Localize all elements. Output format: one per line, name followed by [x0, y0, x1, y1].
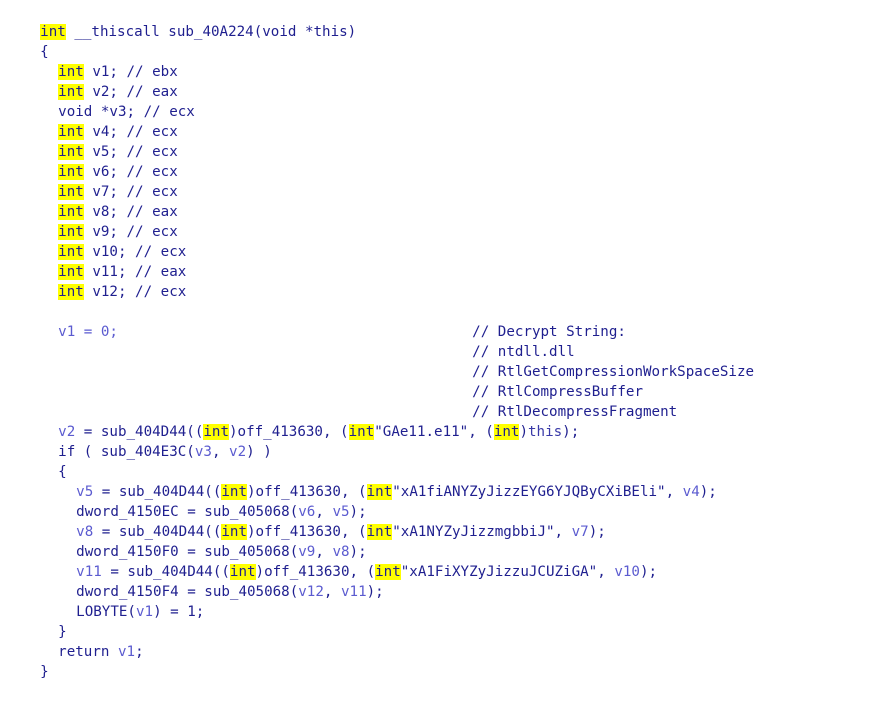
call-text[interactable]: ); [700, 484, 717, 500]
decl-line[interactable]: int v10; // ecx [24, 222, 186, 260]
dword-line[interactable]: dword_4150F0 = sub_405068(v9, v8); [42, 522, 366, 560]
decl-line[interactable]: int v9; // ecx [24, 202, 178, 240]
cast-type[interactable]: int [366, 524, 393, 540]
arg-var[interactable]: v2 [229, 444, 246, 460]
cast-type[interactable]: int [348, 424, 375, 440]
call-text[interactable]: , [555, 524, 572, 540]
if-text[interactable]: if ( sub_404E3C( [58, 444, 195, 460]
dword-line[interactable]: dword_4150F4 = sub_405068(v12, v11); [42, 562, 384, 600]
if-text[interactable]: ) ) [246, 444, 272, 460]
assign-v1-text[interactable]: v1 = 0; [58, 324, 118, 340]
comment-line: // ntdll.dll [438, 322, 575, 360]
if-text[interactable]: , [212, 444, 229, 460]
decl-line[interactable]: void *v3; // ecx [24, 82, 195, 120]
decl-line[interactable]: int v5; // ecx [24, 122, 178, 160]
comment-line: // RtlCompressBuffer [438, 362, 643, 400]
return-var[interactable]: v1 [118, 644, 135, 660]
decl-line[interactable]: int v7; // ecx [24, 162, 178, 200]
comment-line: // RtlGetCompressionWorkSpaceSize [438, 342, 754, 380]
assign-v1-line[interactable]: v1 = 0; [24, 302, 118, 340]
decl-line[interactable]: int v1; // ebx [24, 42, 178, 80]
call-text[interactable]: , ( [468, 424, 494, 440]
if-line[interactable]: if ( sub_404E3C(v3, v2) ) [24, 422, 272, 460]
function-signature-text[interactable]: __thiscall sub_40A224(void *this) [66, 24, 356, 40]
macro-text[interactable]: LOBYTE( [76, 604, 136, 620]
call-text[interactable]: ) [519, 424, 528, 440]
cast-type[interactable]: int [366, 484, 393, 500]
return-line[interactable]: return v1; [24, 622, 143, 660]
decl-line[interactable]: int v12; // ecx [24, 262, 186, 300]
call-line-v5[interactable]: v5 = sub_404D44((int)off_413630, (int"xA… [42, 462, 717, 500]
call-line-v11[interactable]: v11 = sub_404D44((int)off_413630, (int"x… [42, 542, 657, 580]
string-literal[interactable]: "xA1NYZyJizzmgbbiJ" [392, 524, 554, 540]
decl-comment: // ecx [126, 284, 187, 300]
decl-line[interactable]: int v8; // eax [24, 182, 178, 220]
function-signature[interactable]: int __thiscall sub_40A224(void *this) [6, 2, 356, 40]
decl-name[interactable]: v12; [84, 284, 126, 300]
decl-type[interactable]: int [58, 284, 84, 300]
string-literal[interactable]: "xA1fiANYZyJizzEYG6YJQByCXiBEli" [392, 484, 665, 500]
cast-type[interactable]: int [493, 424, 520, 440]
arg-var[interactable]: v10 [614, 564, 640, 580]
close-brace: } [40, 664, 49, 680]
call-text[interactable]: , [597, 564, 614, 580]
decl-line[interactable]: int v4; // ecx [24, 102, 178, 140]
decl-line[interactable]: int v6; // ecx [24, 142, 178, 180]
call-text[interactable]: ); [589, 524, 606, 540]
decl-line[interactable]: int v2; // eax [24, 62, 178, 100]
lobyte-line[interactable]: LOBYTE(v1) = 1; [42, 582, 204, 620]
arg-var[interactable]: v7 [572, 524, 589, 540]
pseudocode-view[interactable]: int __thiscall sub_40A224(void *this) { … [0, 0, 892, 680]
call-text[interactable]: ); [640, 564, 657, 580]
comment-line: // Decrypt String: [438, 302, 626, 340]
arg-var[interactable]: v4 [683, 484, 700, 500]
assign-v2-line[interactable]: v2 = sub_404D44((int)off_413630, (int"GA… [24, 402, 579, 440]
function-close-brace: } [6, 642, 49, 680]
string-literal[interactable]: "xA1FiXYZyJizzuJCUZiGA" [401, 564, 597, 580]
comment-line: // RtlDecompressFragment [438, 382, 677, 420]
arg-var[interactable]: v12 [298, 584, 324, 600]
call-text[interactable]: , [324, 584, 341, 600]
function-open-brace: { [6, 22, 49, 60]
call-text[interactable]: ); [367, 584, 384, 600]
this-keyword[interactable]: this [528, 424, 562, 440]
inner-open-brace: { [24, 442, 67, 480]
dword-line[interactable]: dword_4150EC = sub_405068(v6, v5); [42, 482, 366, 520]
arg-var[interactable]: v1 [136, 604, 153, 620]
inner-close-brace: } [24, 602, 67, 640]
arg-var[interactable]: v3 [195, 444, 212, 460]
string-literal[interactable]: "GAe11.e11" [374, 424, 468, 440]
arg-var[interactable]: v11 [341, 584, 367, 600]
macro-text[interactable]: ) = 1; [153, 604, 204, 620]
line-gutter [0, 0, 7, 662]
decl-line[interactable]: int v11; // eax [24, 242, 186, 280]
return-keyword[interactable]: return [58, 644, 118, 660]
call-text[interactable]: , [666, 484, 683, 500]
call-line-v8[interactable]: v8 = sub_404D44((int)off_413630, (int"xA… [42, 502, 606, 540]
return-text[interactable]: ; [135, 644, 144, 660]
call-text[interactable]: ); [562, 424, 579, 440]
